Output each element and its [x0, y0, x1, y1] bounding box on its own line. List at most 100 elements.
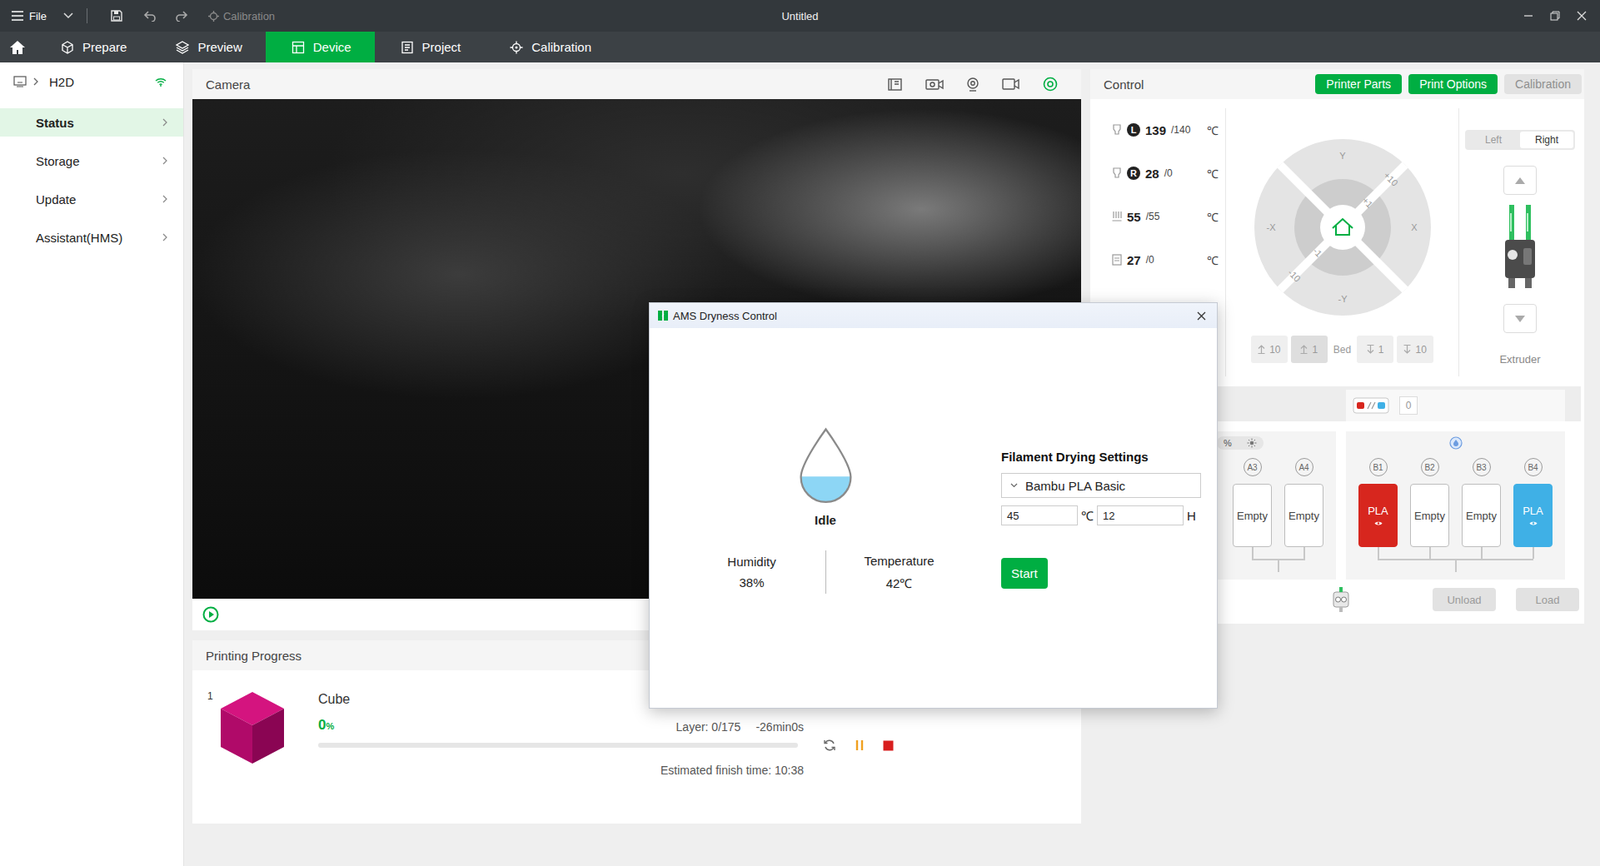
ams-slot[interactable]: A4Empty	[1284, 458, 1324, 559]
temperature-row[interactable]: R28/0℃	[1100, 151, 1226, 195]
bed-up-button[interactable]: 1	[1290, 335, 1328, 364]
eye-icon	[1374, 520, 1383, 527]
tab[interactable]: Prepare	[34, 31, 150, 63]
arrow-down-icon	[1366, 344, 1375, 354]
bed-controls: 101Bed110	[1251, 335, 1434, 364]
hamburger-icon	[11, 10, 24, 21]
stop-icon[interactable]	[882, 740, 894, 752]
bed-down-button[interactable]: 10	[1396, 335, 1434, 364]
chevron-down-icon[interactable]	[63, 12, 74, 20]
feeder-icon	[1331, 587, 1351, 613]
chevron-down-icon	[1010, 483, 1018, 489]
ams-slot[interactable]: B3Empty	[1461, 458, 1501, 559]
control-tab-button[interactable]: Print Options	[1408, 74, 1498, 95]
triangle-down-icon	[1514, 314, 1526, 324]
slot-box[interactable]: Empty	[1410, 483, 1450, 548]
filament-path	[1455, 560, 1457, 573]
slot-box[interactable]: Empty	[1284, 483, 1324, 548]
progress-bar	[318, 742, 798, 748]
wifi-icon	[154, 77, 167, 87]
nozzle-icon	[1111, 167, 1122, 180]
svg-text:+1: +1	[1360, 194, 1375, 210]
app-icon	[657, 310, 668, 321]
calibration-icon	[208, 10, 220, 22]
redo-icon[interactable]	[174, 9, 189, 22]
extrude-up-button[interactable]	[1503, 165, 1537, 195]
control-tab-button[interactable]: Calibration	[1504, 74, 1582, 95]
tab[interactable]: Preview	[149, 31, 265, 63]
dialog-title-bar: AMS Dryness Control	[649, 303, 1217, 329]
restore-button[interactable]	[1541, 0, 1569, 32]
extruder-side-option[interactable]: Left	[1466, 131, 1521, 149]
svg-text:-Y: -Y	[1337, 294, 1348, 305]
sidebar-item[interactable]: Assistant(HMS)	[0, 223, 184, 252]
printer-selector[interactable]: H2D	[0, 62, 184, 101]
sidebar-item[interactable]: Status	[0, 108, 184, 137]
slot-box[interactable]: Empty	[1461, 483, 1501, 548]
record-icon[interactable]	[1001, 76, 1021, 92]
play-icon[interactable]	[202, 606, 220, 624]
webcam-icon[interactable]	[965, 76, 981, 92]
ams-action-button[interactable]: Load	[1515, 588, 1580, 612]
tab[interactable]: Device	[265, 31, 375, 63]
filament-select[interactable]: Bambu PLA Basic	[1001, 473, 1202, 499]
sidebar-item[interactable]: Storage	[0, 146, 184, 175]
extruder-side-option[interactable]: Right	[1520, 131, 1574, 149]
filament-path	[1377, 547, 1380, 559]
slot-box[interactable]: PLA	[1513, 483, 1553, 548]
cube-icon	[60, 40, 75, 55]
filament-path	[1251, 547, 1254, 559]
storage-icon[interactable]	[887, 76, 904, 92]
restore-icon	[1550, 10, 1561, 21]
save-icon[interactable]	[109, 9, 124, 23]
device-icon	[291, 40, 305, 55]
temperature-row[interactable]: 27/0℃	[1100, 238, 1226, 282]
ams-slot[interactable]: B2Empty	[1410, 458, 1450, 559]
undo-icon[interactable]	[143, 9, 157, 22]
bed-up-button[interactable]: 10	[1251, 335, 1288, 364]
control-tab-button[interactable]: Printer Parts	[1315, 74, 1402, 95]
svg-text:-1: -1	[1310, 245, 1324, 259]
extruder-controls: LeftRightExtruder	[1459, 108, 1581, 377]
temperature-row[interactable]: L139/140℃	[1100, 108, 1226, 152]
close-button[interactable]	[1568, 0, 1596, 32]
temperature-row[interactable]: 55/55℃	[1100, 194, 1226, 239]
extrude-down-button[interactable]	[1503, 304, 1537, 334]
nozzle-icon	[1111, 124, 1122, 136]
extruder-icon	[1501, 204, 1539, 297]
sidebar-item[interactable]: Update	[0, 184, 184, 214]
dryer-icon[interactable]	[1449, 436, 1463, 450]
svg-text:-10: -10	[1285, 267, 1303, 285]
temperature-input[interactable]: 45	[1001, 505, 1078, 526]
filament-path	[1429, 547, 1431, 559]
hours-input[interactable]: 12	[1096, 505, 1184, 526]
start-button[interactable]: Start	[1001, 558, 1048, 589]
tab[interactable]: Calibration	[483, 31, 615, 63]
ams-slot[interactable]: B1PLA	[1358, 458, 1398, 559]
ams-action-button[interactable]: Unload	[1432, 588, 1496, 612]
jog-pad[interactable]: Y-Y-XX+10+1-1-10	[1252, 137, 1433, 318]
ams-slot[interactable]: B4PLA	[1513, 458, 1553, 559]
arrow-up-icon	[1300, 344, 1308, 354]
ams-slot[interactable]: A3Empty	[1232, 458, 1272, 559]
minimize-button[interactable]	[1515, 0, 1542, 32]
slot-box[interactable]: PLA	[1358, 483, 1398, 548]
calibration-button[interactable]: Calibration	[208, 9, 275, 23]
cube-thumbnail-icon	[219, 690, 286, 766]
job-index: 1	[207, 690, 220, 703]
bed-down-button[interactable]: 1	[1356, 335, 1394, 364]
ams-icon[interactable]	[1352, 397, 1390, 414]
tab[interactable]: Project	[374, 31, 485, 63]
dialog-close-button[interactable]	[1191, 306, 1211, 325]
slot-box[interactable]: Empty	[1232, 483, 1272, 548]
home-button[interactable]	[0, 31, 35, 63]
refresh-icon[interactable]	[822, 738, 837, 753]
humidity-indicator[interactable]: %	[1216, 436, 1264, 450]
pause-icon[interactable]	[854, 739, 865, 752]
triangle-up-icon	[1514, 176, 1526, 185]
file-menu-button[interactable]: File	[11, 9, 47, 23]
minimize-icon	[1523, 10, 1534, 21]
home-icon	[9, 39, 26, 55]
camera-switch-icon[interactable]	[925, 76, 944, 92]
settings-icon[interactable]	[1041, 75, 1059, 93]
